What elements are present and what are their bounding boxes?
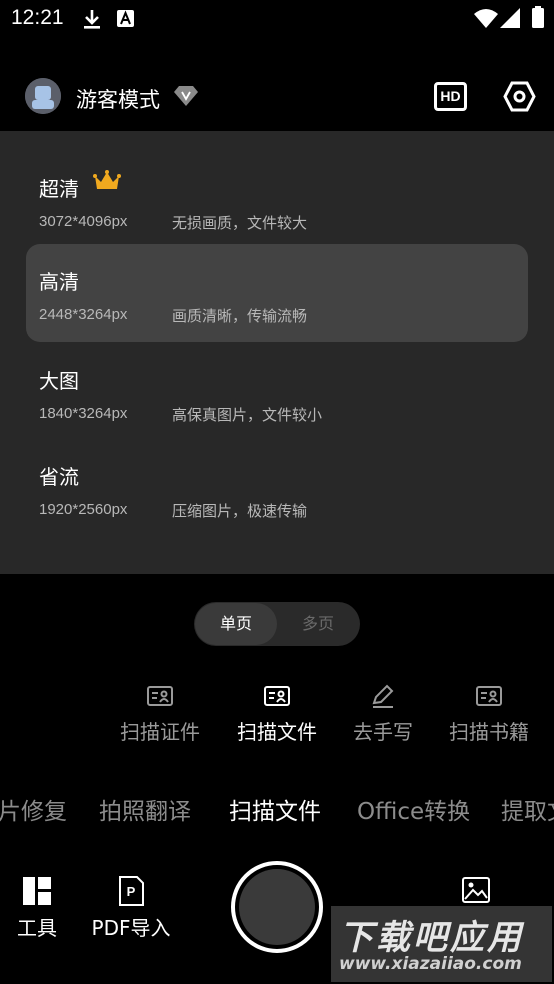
page-mode-toggle: 单页 多页: [194, 602, 360, 646]
quality-title: 大图: [39, 369, 79, 393]
signal-icon: [500, 8, 520, 28]
status-bar: 12:21: [0, 0, 554, 40]
settings-icon[interactable]: [503, 80, 536, 113]
battery-icon: [532, 6, 544, 28]
hd-quality-button[interactable]: HD: [434, 82, 467, 111]
pdf-import-button[interactable]: P PDF导入: [86, 876, 176, 941]
mode-label: 扫描证件: [120, 720, 200, 744]
watermark-text: 下载吧应用: [339, 918, 524, 958]
quality-resolution: 1920*2560px: [39, 501, 128, 518]
category-extract-text[interactable]: 提取文: [501, 792, 554, 826]
book-scan-icon: [476, 686, 502, 706]
quality-description: 高保真图片，文件较小: [172, 406, 323, 424]
download-icon: [84, 10, 100, 29]
shutter-inner: [239, 869, 315, 945]
single-page-button[interactable]: 单页: [195, 603, 277, 645]
mode-scan-document[interactable]: 扫描文件: [227, 684, 327, 745]
quality-description: 画质清晰，传输流畅: [172, 307, 308, 325]
quality-option-ultra[interactable]: 超清 3072*4096px 无损画质，文件较大: [26, 151, 528, 249]
user-avatar-icon: [25, 78, 61, 114]
quality-panel: 超清 3072*4096px 无损画质，文件较大 高清 2448*3264px …: [0, 131, 554, 574]
quality-option-high[interactable]: 高清 2448*3264px 画质清晰，传输流畅: [26, 244, 528, 342]
pdf-import-label: PDF导入: [91, 916, 171, 940]
status-time: 12:21: [11, 6, 64, 29]
quality-description: 压缩图片，极速传输: [172, 502, 308, 520]
mode-scan-id[interactable]: 扫描证件: [110, 684, 210, 745]
mode-label: 去手写: [353, 720, 413, 744]
crown-icon: [93, 170, 121, 189]
category-office-convert[interactable]: Office转换: [357, 792, 470, 826]
quality-option-large[interactable]: 大图 1840*3264px 高保真图片，文件较小: [26, 343, 528, 441]
id-card-icon: [147, 686, 173, 706]
quality-resolution: 2448*3264px: [39, 306, 128, 323]
hd-label: HD: [440, 88, 461, 104]
quality-resolution: 3072*4096px: [39, 213, 128, 230]
mode-remove-handwriting[interactable]: 去手写: [333, 684, 433, 745]
gallery-icon[interactable]: [461, 876, 491, 904]
avatar[interactable]: [25, 78, 61, 114]
vip-diamond-icon[interactable]: [174, 85, 198, 107]
grid-tools-icon: [23, 877, 51, 905]
multi-page-button[interactable]: 多页: [278, 603, 358, 645]
category-scan-document[interactable]: 扫描文件: [229, 792, 321, 826]
category-photo-translate[interactable]: 拍照翻译: [99, 792, 191, 826]
document-scan-icon: [264, 686, 290, 706]
quality-description: 无损画质，文件较大: [172, 214, 308, 232]
quality-title: 高清: [39, 270, 79, 294]
quality-title: 超清: [39, 177, 79, 201]
quality-option-saver[interactable]: 省流 1920*2560px 压缩图片，极速传输: [26, 439, 528, 537]
tools-label: 工具: [17, 916, 57, 940]
wifi-icon: [474, 9, 498, 28]
user-mode-label[interactable]: 游客模式: [76, 84, 160, 114]
tools-button[interactable]: 工具: [12, 876, 62, 941]
pen-icon: [372, 684, 394, 708]
pdf-icon-letter: P: [127, 884, 136, 899]
mode-label: 扫描文件: [237, 720, 317, 744]
shutter-button[interactable]: [231, 861, 323, 953]
watermark-logo: 下载吧应用 www.xiazaiiao.com: [331, 906, 552, 982]
mode-label: 扫描书籍: [449, 720, 529, 744]
app-notification-icon: [117, 10, 134, 27]
mode-scan-book[interactable]: 扫描书籍: [439, 684, 539, 745]
pdf-file-icon: P: [119, 876, 144, 906]
category-photo-repair[interactable]: 片修复: [0, 792, 67, 826]
quality-title: 省流: [39, 465, 79, 489]
quality-resolution: 1840*3264px: [39, 405, 128, 422]
watermark-url: www.xiazaiiao.com: [339, 954, 522, 974]
